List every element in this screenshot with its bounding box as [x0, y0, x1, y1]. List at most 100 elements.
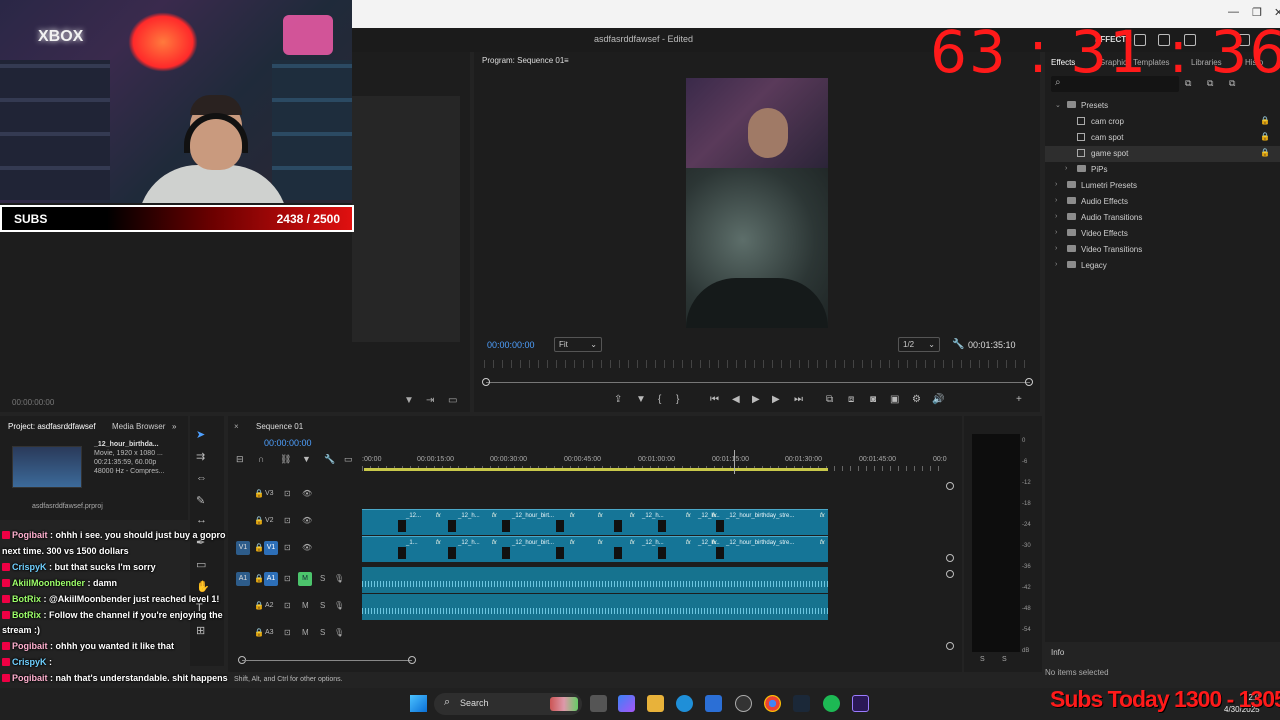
chevron-right-icon[interactable]: ›: [1055, 261, 1057, 268]
wrench-icon[interactable]: 🔧: [952, 339, 964, 350]
slip-tool-icon[interactable]: ↔: [196, 514, 207, 526]
step-back-icon[interactable]: ◀: [732, 394, 740, 405]
tab-project[interactable]: Project: asdfasrddfawsef: [8, 422, 96, 431]
lock-icon[interactable]: 🔒: [254, 489, 264, 498]
chevron-right-icon[interactable]: ›: [1055, 213, 1057, 220]
mute-button[interactable]: M: [302, 628, 309, 637]
lift-icon[interactable]: ⇪: [614, 394, 622, 405]
effects-tree-item[interactable]: › Video Effects: [1045, 226, 1280, 242]
lock-icon[interactable]: 🔒: [254, 543, 264, 552]
steam-icon[interactable]: [793, 695, 810, 712]
track-name[interactable]: V2: [265, 517, 274, 524]
track-scroll-handle[interactable]: [946, 554, 954, 562]
effects-tree-item[interactable]: › Video Transitions: [1045, 242, 1280, 258]
close-sequence-icon[interactable]: ×: [234, 422, 239, 431]
eye-icon[interactable]: 👁: [302, 543, 312, 552]
track-header-a1[interactable]: A1 🔒 A1 ⊡ M S 🎙: [228, 567, 362, 593]
audio-clip[interactable]: [362, 567, 828, 593]
sync-lock-icon[interactable]: ⊡: [284, 489, 291, 498]
timeline-timecode[interactable]: 00:00:00:00: [264, 438, 312, 448]
effects-tree-item[interactable]: › Legacy: [1045, 258, 1280, 274]
track-name[interactable]: A3: [265, 629, 274, 636]
effects-tree-item[interactable]: › Audio Effects: [1045, 194, 1280, 210]
marker-icon[interactable]: ▼: [636, 394, 646, 405]
mic-icon[interactable]: 🎙: [334, 628, 344, 637]
track-scroll-handle[interactable]: [946, 570, 954, 578]
info-panel-title[interactable]: Info: [1051, 648, 1064, 657]
sequence-title[interactable]: Sequence 01: [256, 422, 303, 431]
nest-icon[interactable]: ⊟: [236, 454, 244, 465]
chevron-right-icon[interactable]: ›: [1055, 197, 1057, 204]
minimize-button[interactable]: —: [1228, 6, 1239, 18]
xbox-app-icon[interactable]: [735, 695, 752, 712]
settings-icon[interactable]: ⚙: [912, 394, 921, 405]
track-name[interactable]: A2: [265, 602, 274, 609]
export-icon[interactable]: ▭: [448, 395, 457, 406]
mark-in-icon[interactable]: {: [658, 394, 661, 405]
add-button-icon[interactable]: +: [1016, 394, 1022, 405]
tab-media-browser[interactable]: Media Browser: [112, 422, 165, 431]
chrome-icon[interactable]: [764, 695, 781, 712]
track-header-a2[interactable]: 🔒 A2 ⊡ M S 🎙: [228, 594, 362, 620]
track-select-icon[interactable]: ⇉: [196, 450, 205, 463]
file-explorer-icon[interactable]: [647, 695, 664, 712]
video-clip[interactable]: _12... _12_h... _12_hour_birt... _12_h... _1…: [362, 509, 828, 535]
copilot-icon[interactable]: [618, 695, 635, 712]
chevron-down-icon[interactable]: ⌄: [1055, 101, 1061, 109]
sync-lock-icon[interactable]: ⊡: [284, 516, 291, 525]
filter-icon[interactable]: ▼: [404, 395, 414, 406]
track-header-a3[interactable]: 🔒 A3 ⊡ M S 🎙: [228, 621, 362, 647]
effects-tree-item[interactable]: cam spot 🔒: [1045, 130, 1280, 146]
store-icon[interactable]: [705, 695, 722, 712]
ripple-edit-icon[interactable]: ⇔: [196, 472, 207, 484]
taskbar-search[interactable]: ⌕ Search: [434, 693, 582, 715]
mark-out-icon[interactable]: }: [676, 394, 679, 405]
clip-thumbnail[interactable]: [12, 446, 82, 488]
track-name[interactable]: V1: [264, 541, 278, 555]
camera-icon[interactable]: ◙: [870, 394, 876, 405]
effects-tree-item[interactable]: › PiPs: [1045, 162, 1280, 178]
chevron-right-icon[interactable]: ›: [1055, 181, 1057, 188]
insert-clip-icon[interactable]: ⧉: [826, 394, 833, 405]
solo-button[interactable]: S: [320, 601, 325, 610]
insert-icon[interactable]: ⇥: [426, 395, 434, 406]
track-header-v2[interactable]: 🔒 V2 ⊡ 👁: [228, 509, 362, 535]
captions-icon[interactable]: ▭: [344, 454, 353, 465]
mic-icon[interactable]: 🎙: [334, 601, 344, 610]
effects-tree-item[interactable]: › Audio Transitions: [1045, 210, 1280, 226]
chevron-right-icon[interactable]: ›: [1065, 165, 1067, 172]
snap-icon[interactable]: ∩: [258, 454, 264, 464]
track-name[interactable]: V3: [265, 490, 274, 497]
step-forward-icon[interactable]: ▶: [772, 394, 780, 405]
lock-icon[interactable]: 🔒: [254, 516, 264, 525]
sync-lock-icon[interactable]: ⊡: [284, 543, 291, 552]
program-menu-icon[interactable]: ≡: [564, 56, 569, 65]
program-video-frame[interactable]: [686, 78, 828, 328]
effects-tree-item[interactable]: › Lumetri Presets: [1045, 178, 1280, 194]
effects-tree-item[interactable]: game spot 🔒: [1045, 146, 1280, 162]
comparison-icon[interactable]: ▣: [890, 394, 899, 405]
chevron-right-icon[interactable]: ›: [1055, 229, 1057, 236]
overwrite-icon[interactable]: ⧈: [848, 394, 854, 405]
program-scrub-bar[interactable]: [486, 382, 1030, 383]
program-timecode[interactable]: 00:00:00:00: [487, 340, 535, 350]
track-scroll-handle[interactable]: [946, 482, 954, 490]
track-scroll-handle[interactable]: [946, 642, 954, 650]
program-ruler[interactable]: [484, 360, 1030, 368]
mute-button[interactable]: M: [298, 572, 312, 586]
timeline-wrench-icon[interactable]: 🔧: [324, 454, 335, 465]
more-tabs-icon[interactable]: »: [172, 422, 176, 431]
zoom-fit-select[interactable]: Fit ⌄: [554, 337, 602, 352]
sync-lock-icon[interactable]: ⊡: [284, 574, 291, 583]
work-area-bar[interactable]: [364, 468, 828, 471]
track-header-v3[interactable]: 🔒 V3 ⊡ 👁: [228, 482, 362, 508]
go-to-in-icon[interactable]: ⏮: [710, 394, 719, 405]
scrub-end-handle[interactable]: [1025, 378, 1033, 386]
resolution-select[interactable]: 1/2 ⌄: [898, 337, 940, 352]
timeline-scrollbar[interactable]: [238, 656, 938, 664]
scroll-end-handle[interactable]: [408, 656, 416, 664]
solo-button[interactable]: S: [320, 574, 325, 583]
lock-icon[interactable]: 🔒: [254, 628, 264, 637]
chevron-right-icon[interactable]: ›: [1055, 245, 1057, 252]
playhead[interactable]: [734, 450, 735, 474]
